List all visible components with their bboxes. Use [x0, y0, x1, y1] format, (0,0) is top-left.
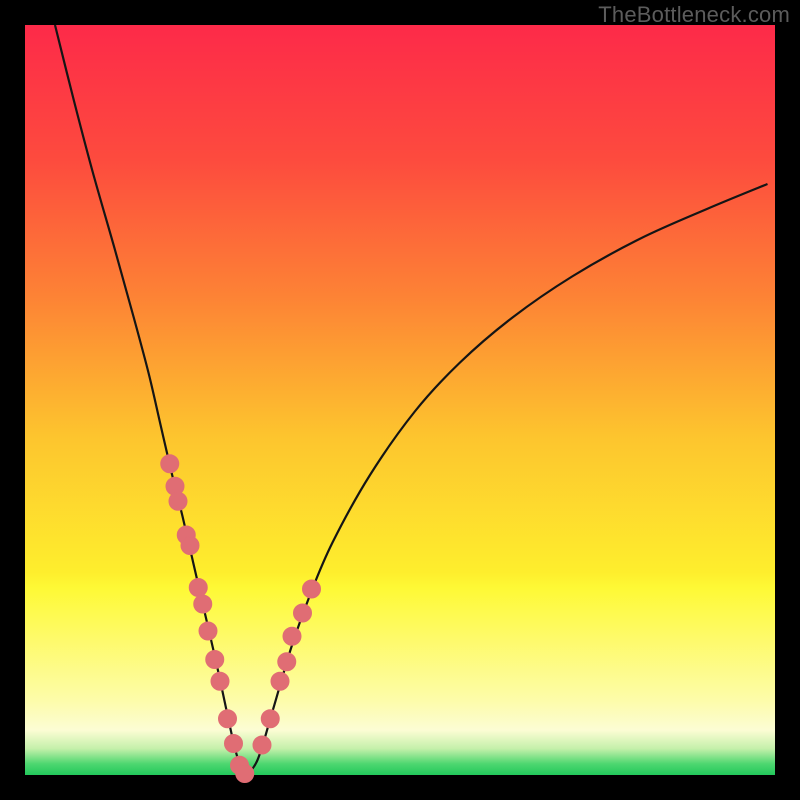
marker-dot: [211, 672, 229, 690]
marker-dot: [278, 653, 296, 671]
marker-dot: [169, 492, 187, 510]
chart-frame: TheBottleneck.com: [0, 0, 800, 800]
marker-dot: [206, 651, 224, 669]
bottleneck-curve: [55, 25, 768, 775]
marker-dot: [253, 736, 271, 754]
marker-dot: [225, 735, 243, 753]
marker-dot: [161, 455, 179, 473]
plot-svg: [25, 25, 775, 775]
marker-dot: [236, 765, 254, 783]
marker-dot: [271, 672, 289, 690]
plot-area: [25, 25, 775, 775]
marker-dot: [199, 622, 217, 640]
watermark-text: TheBottleneck.com: [598, 2, 790, 28]
marker-dot: [181, 537, 199, 555]
marker-dot: [303, 580, 321, 598]
marker-dot: [261, 710, 279, 728]
marker-dot: [294, 604, 312, 622]
marker-dot: [194, 595, 212, 613]
marker-dot: [283, 627, 301, 645]
marker-dot: [189, 579, 207, 597]
sample-markers: [161, 455, 321, 783]
marker-dot: [219, 710, 237, 728]
